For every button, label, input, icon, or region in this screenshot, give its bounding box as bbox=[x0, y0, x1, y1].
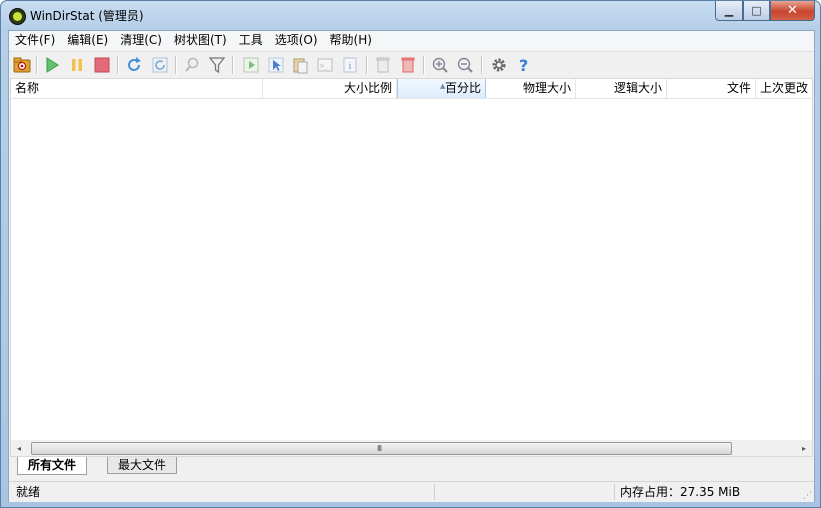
help-icon[interactable]: ? bbox=[514, 55, 534, 75]
column-physical-size[interactable]: 物理大小 bbox=[486, 79, 576, 98]
refresh-selected-icon[interactable] bbox=[150, 55, 170, 75]
sort-arrow-icon: ▲ bbox=[440, 82, 446, 90]
maximize-button[interactable]: □ bbox=[743, 1, 770, 21]
column-subtree-bar[interactable]: 大小比例 bbox=[263, 79, 397, 98]
filter-icon[interactable] bbox=[207, 55, 227, 75]
window-title: WinDirStat (管理员) bbox=[30, 9, 144, 23]
tab-all-files[interactable]: 所有文件 bbox=[17, 457, 88, 475]
refresh-icon[interactable] bbox=[124, 55, 144, 75]
menu-edit[interactable]: 编辑(E) bbox=[61, 31, 114, 50]
column-logical-size[interactable]: 逻辑大小 bbox=[576, 79, 667, 98]
stop-icon[interactable] bbox=[92, 55, 112, 75]
windirstat-logo-icon[interactable] bbox=[9, 8, 26, 25]
recycle-icon[interactable] bbox=[373, 55, 393, 75]
status-empty-panel bbox=[435, 484, 615, 500]
column-name[interactable]: 名称 bbox=[11, 79, 263, 98]
search-icon[interactable] bbox=[182, 55, 202, 75]
delete-icon[interactable] bbox=[398, 55, 418, 75]
column-percentage-label: 百分比 bbox=[444, 81, 481, 95]
run-icon[interactable] bbox=[241, 55, 261, 75]
caption-buttons: ▁ □ ✕ bbox=[715, 1, 815, 21]
title-bar[interactable]: WinDirStat (管理员) ▁ □ ✕ bbox=[1, 1, 820, 30]
svg-text:>_: >_ bbox=[320, 62, 329, 70]
zoom-in-icon[interactable] bbox=[430, 55, 450, 75]
toolbar: >_ i ? bbox=[9, 51, 814, 78]
play-icon[interactable] bbox=[42, 55, 62, 75]
horizontal-scrollbar[interactable]: ◂ III ▸ bbox=[10, 440, 813, 457]
app-window: WinDirStat (管理员) ▁ □ ✕ 文件(F) 编辑(E) 清理(C)… bbox=[0, 0, 821, 508]
copy-path-icon[interactable] bbox=[290, 55, 310, 75]
scroll-left-button[interactable]: ◂ bbox=[11, 440, 27, 456]
scrollbar-thumb[interactable]: III bbox=[31, 442, 732, 455]
view-tabs: 所有文件 最大文件 bbox=[9, 457, 814, 475]
pause-icon[interactable] bbox=[67, 55, 87, 75]
size-grip-icon[interactable]: ⋰ bbox=[803, 491, 812, 501]
menu-help[interactable]: 帮助(H) bbox=[324, 31, 378, 50]
settings-icon[interactable] bbox=[489, 55, 509, 75]
menu-treemap[interactable]: 树状图(T) bbox=[168, 31, 233, 50]
svg-text:i: i bbox=[349, 62, 352, 72]
scrollbar-grip-icon: III bbox=[377, 444, 382, 453]
minimize-button[interactable]: ▁ bbox=[715, 1, 743, 21]
open-drive-icon[interactable] bbox=[12, 55, 32, 75]
close-button[interactable]: ✕ bbox=[770, 1, 815, 21]
tab-largest-files[interactable]: 最大文件 bbox=[107, 457, 178, 474]
menu-cleanup[interactable]: 清理(C) bbox=[114, 31, 168, 50]
menu-tools[interactable]: 工具 bbox=[233, 31, 269, 50]
properties-icon[interactable]: i bbox=[340, 55, 360, 75]
select-icon[interactable] bbox=[266, 55, 286, 75]
status-text: 就绪 bbox=[11, 484, 435, 500]
column-last-change[interactable]: 上次更改 bbox=[756, 79, 812, 98]
column-percentage[interactable]: ▲ 百分比 bbox=[397, 79, 486, 98]
menu-bar: 文件(F) 编辑(E) 清理(C) 树状图(T) 工具 选项(O) 帮助(H) bbox=[9, 31, 814, 50]
column-files[interactable]: 文件 bbox=[667, 79, 756, 98]
scroll-right-button[interactable]: ▸ bbox=[796, 440, 812, 456]
memory-usage: 内存占用：27.35 MiB bbox=[620, 485, 741, 499]
column-header: 名称 大小比例 ▲ 百分比 物理大小 逻辑大小 文件 上次更改 bbox=[11, 79, 812, 99]
svg-text:?: ? bbox=[519, 56, 528, 74]
file-list-view[interactable]: 名称 大小比例 ▲ 百分比 物理大小 逻辑大小 文件 上次更改 bbox=[10, 78, 813, 442]
zoom-out-icon[interactable] bbox=[455, 55, 475, 75]
menu-options[interactable]: 选项(O) bbox=[269, 31, 324, 50]
client-area: 文件(F) 编辑(E) 清理(C) 树状图(T) 工具 选项(O) 帮助(H) bbox=[8, 30, 815, 502]
status-bar: 就绪 内存占用：27.35 MiB ⋰ bbox=[9, 481, 814, 502]
command-prompt-icon[interactable]: >_ bbox=[315, 55, 335, 75]
menu-file[interactable]: 文件(F) bbox=[9, 31, 61, 50]
